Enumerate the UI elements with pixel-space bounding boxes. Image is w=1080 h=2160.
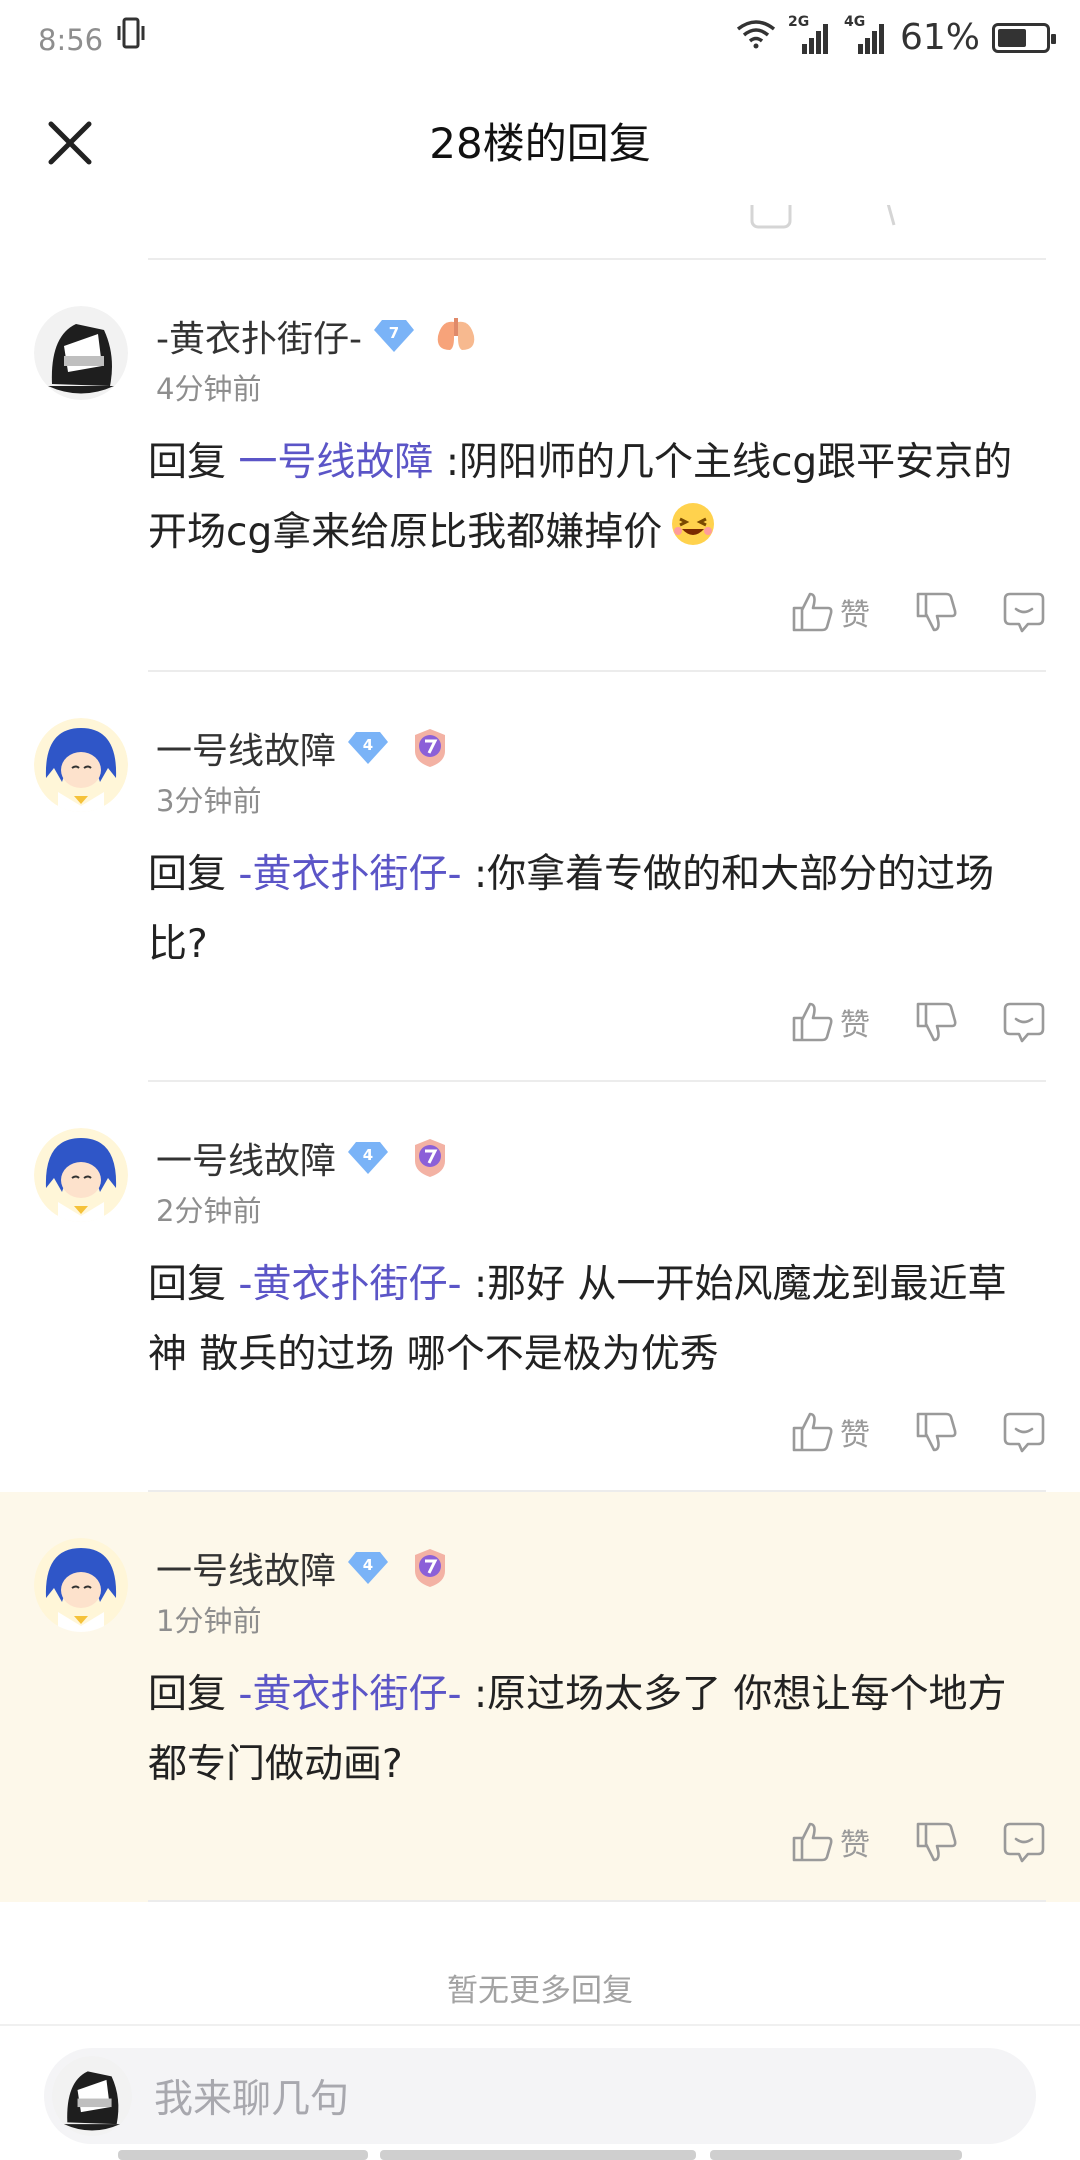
page-title: 28楼的回复 <box>429 118 651 168</box>
rank-seven-emblem-icon <box>408 726 452 770</box>
thumbs-up-icon <box>792 1412 833 1451</box>
keyboard-hint-bar <box>380 2150 696 2160</box>
comment-bubble-icon <box>1003 592 1045 632</box>
level-number: 4 <box>362 1145 374 1164</box>
comment-item: 一号线故障 4 3分钟前 回复 -黄衣扑街仔- :你拿着专做的和大部分的过场比? <box>0 672 1080 1082</box>
comment-actions: 赞 <box>148 570 1046 670</box>
comment-text: 回复 一号线故障 :阴阳师的几个主线cg跟平安京的开场cg拿来给原比我都嫌掉价 <box>148 428 1046 570</box>
like-button[interactable]: 赞 <box>790 1000 870 1044</box>
vibrate-icon <box>117 16 145 59</box>
signal-2g-icon: 2G <box>788 14 832 56</box>
dislike-button[interactable] <box>914 1410 958 1454</box>
dislike-button[interactable] <box>914 1000 958 1044</box>
avatar[interactable] <box>34 1537 128 1632</box>
my-avatar[interactable] <box>52 2056 132 2136</box>
thumbs-up-icon <box>792 592 833 631</box>
reply-target-link[interactable]: 一号线故障 <box>238 440 433 485</box>
close-button[interactable] <box>40 113 100 173</box>
like-label: 赞 <box>840 1417 870 1453</box>
reply-button[interactable] <box>1002 1410 1046 1454</box>
reply-prefix: 回复 <box>148 1261 239 1307</box>
signal-4g-icon: 4G <box>844 14 888 56</box>
comment-item-highlighted: 一号线故障 4 1分钟前 回复 -黄衣扑街仔- :原过场太多了 你想让每个地方都… <box>0 1491 1080 1902</box>
comment-input[interactable]: 我来聊几句 <box>44 2048 1036 2144</box>
laughing-emoji-icon <box>670 500 716 570</box>
keyboard-hint-bar <box>710 2150 962 2160</box>
reply-list[interactable]: -黄衣扑街仔- 7 4分钟前 回复 一号线故障 :阴阳师的几个主线cg跟平安京的… <box>0 205 1080 1902</box>
user-name[interactable]: 一号线故障 <box>156 1542 336 1594</box>
reply-prefix: 回复 <box>148 851 239 897</box>
comment-actions: 赞 <box>148 1390 1046 1490</box>
post-time: 3分钟前 <box>156 783 262 818</box>
header: 28楼的回复 <box>0 75 1080 205</box>
thumbs-up-icon <box>792 1822 833 1861</box>
comment-item: 一号线故障 4 2分钟前 回复 -黄衣扑街仔- :那好 从一开始风魔龙到最近草神… <box>0 1082 1080 1492</box>
reply-button[interactable] <box>1002 1820 1046 1864</box>
reply-button[interactable] <box>1002 1000 1046 1044</box>
previous-item-remnant <box>148 205 1046 260</box>
comment-bubble-icon <box>1003 1822 1045 1862</box>
comment-text: 回复 -黄衣扑街仔- :你拿着专做的和大部分的过场比? <box>148 840 1046 980</box>
reply-button[interactable] <box>1002 590 1046 634</box>
post-time: 4分钟前 <box>156 372 262 406</box>
like-button[interactable]: 赞 <box>790 1410 870 1454</box>
comment-actions: 赞 <box>148 1800 1046 1900</box>
like-button[interactable]: 赞 <box>790 590 870 634</box>
reply-prefix: 回复 <box>148 1671 239 1717</box>
keyboard-hint-bar <box>118 2150 368 2160</box>
thumbs-down-icon <box>916 1002 957 1041</box>
like-label: 赞 <box>840 1007 870 1043</box>
reply-page: 8:56 2G 4G 61% 28楼的回复 -黄衣扑街仔- 7 4分钟前 回复 … <box>0 0 1080 2160</box>
dislike-button[interactable] <box>914 1820 958 1864</box>
level-number: 4 <box>362 735 374 754</box>
avatar[interactable] <box>34 1127 128 1222</box>
level-badge-icon: 4 <box>348 1550 389 1586</box>
like-button[interactable]: 赞 <box>790 1820 870 1864</box>
reply-prefix: 回复 <box>148 440 239 485</box>
comment-item: -黄衣扑街仔- 7 4分钟前 回复 一号线故障 :阴阳师的几个主线cg跟平安京的… <box>0 260 1080 672</box>
close-icon <box>48 121 92 165</box>
like-label: 赞 <box>840 1827 870 1863</box>
level-number: 7 <box>388 324 400 342</box>
rank-seven-emblem-icon <box>408 1546 452 1590</box>
thumbs-down-icon <box>916 592 957 631</box>
avatar[interactable] <box>34 717 128 812</box>
level-badge-icon: 4 <box>348 730 389 766</box>
user-name[interactable]: 一号线故障 <box>156 1132 336 1184</box>
dislike-button[interactable] <box>914 590 958 634</box>
status-time: 8:56 <box>38 22 104 57</box>
post-time: 1分钟前 <box>156 1603 262 1638</box>
comment-text: 回复 -黄衣扑街仔- :原过场太多了 你想让每个地方都专门做动画? <box>148 1660 1046 1800</box>
status-bar: 8:56 2G 4G 61% <box>0 0 1080 75</box>
level-number: 4 <box>362 1555 374 1574</box>
like-label: 赞 <box>840 597 870 633</box>
thumbs-down-icon <box>916 1822 957 1861</box>
comment-bubble-icon <box>1003 1002 1045 1042</box>
thumbs-down-icon <box>916 1412 957 1451</box>
comment-actions: 赞 <box>148 980 1046 1080</box>
wifi-icon <box>736 17 776 58</box>
reply-target-link[interactable]: -黄衣扑街仔- <box>238 1262 461 1307</box>
lungs-emblem-icon <box>434 314 478 358</box>
thumbs-up-icon <box>792 1002 833 1041</box>
level-badge-icon: 7 <box>373 318 414 354</box>
post-time: 2分钟前 <box>156 1193 262 1228</box>
avatar[interactable] <box>34 306 128 400</box>
battery-icon <box>992 22 1056 53</box>
comment-bubble-icon <box>1003 1412 1045 1452</box>
reply-target-link[interactable]: -黄衣扑街仔- <box>238 852 461 897</box>
comment-text: 回复 -黄衣扑街仔- :那好 从一开始风魔龙到最近草神 散兵的过场 哪个不是极为… <box>148 1250 1046 1390</box>
user-name[interactable]: -黄衣扑街仔- <box>156 310 362 362</box>
level-badge-icon: 4 <box>348 1140 389 1176</box>
user-name[interactable]: 一号线故障 <box>156 722 336 774</box>
reply-target-link[interactable]: -黄衣扑街仔- <box>238 1672 461 1717</box>
input-placeholder: 我来聊几句 <box>154 2077 350 2122</box>
no-more-replies: 暂无更多回复 <box>447 1973 633 2009</box>
rank-seven-emblem-icon <box>408 1136 452 1180</box>
battery-percent: 61% <box>899 17 980 58</box>
composer-bar: 我来聊几句 <box>0 2024 1080 2160</box>
